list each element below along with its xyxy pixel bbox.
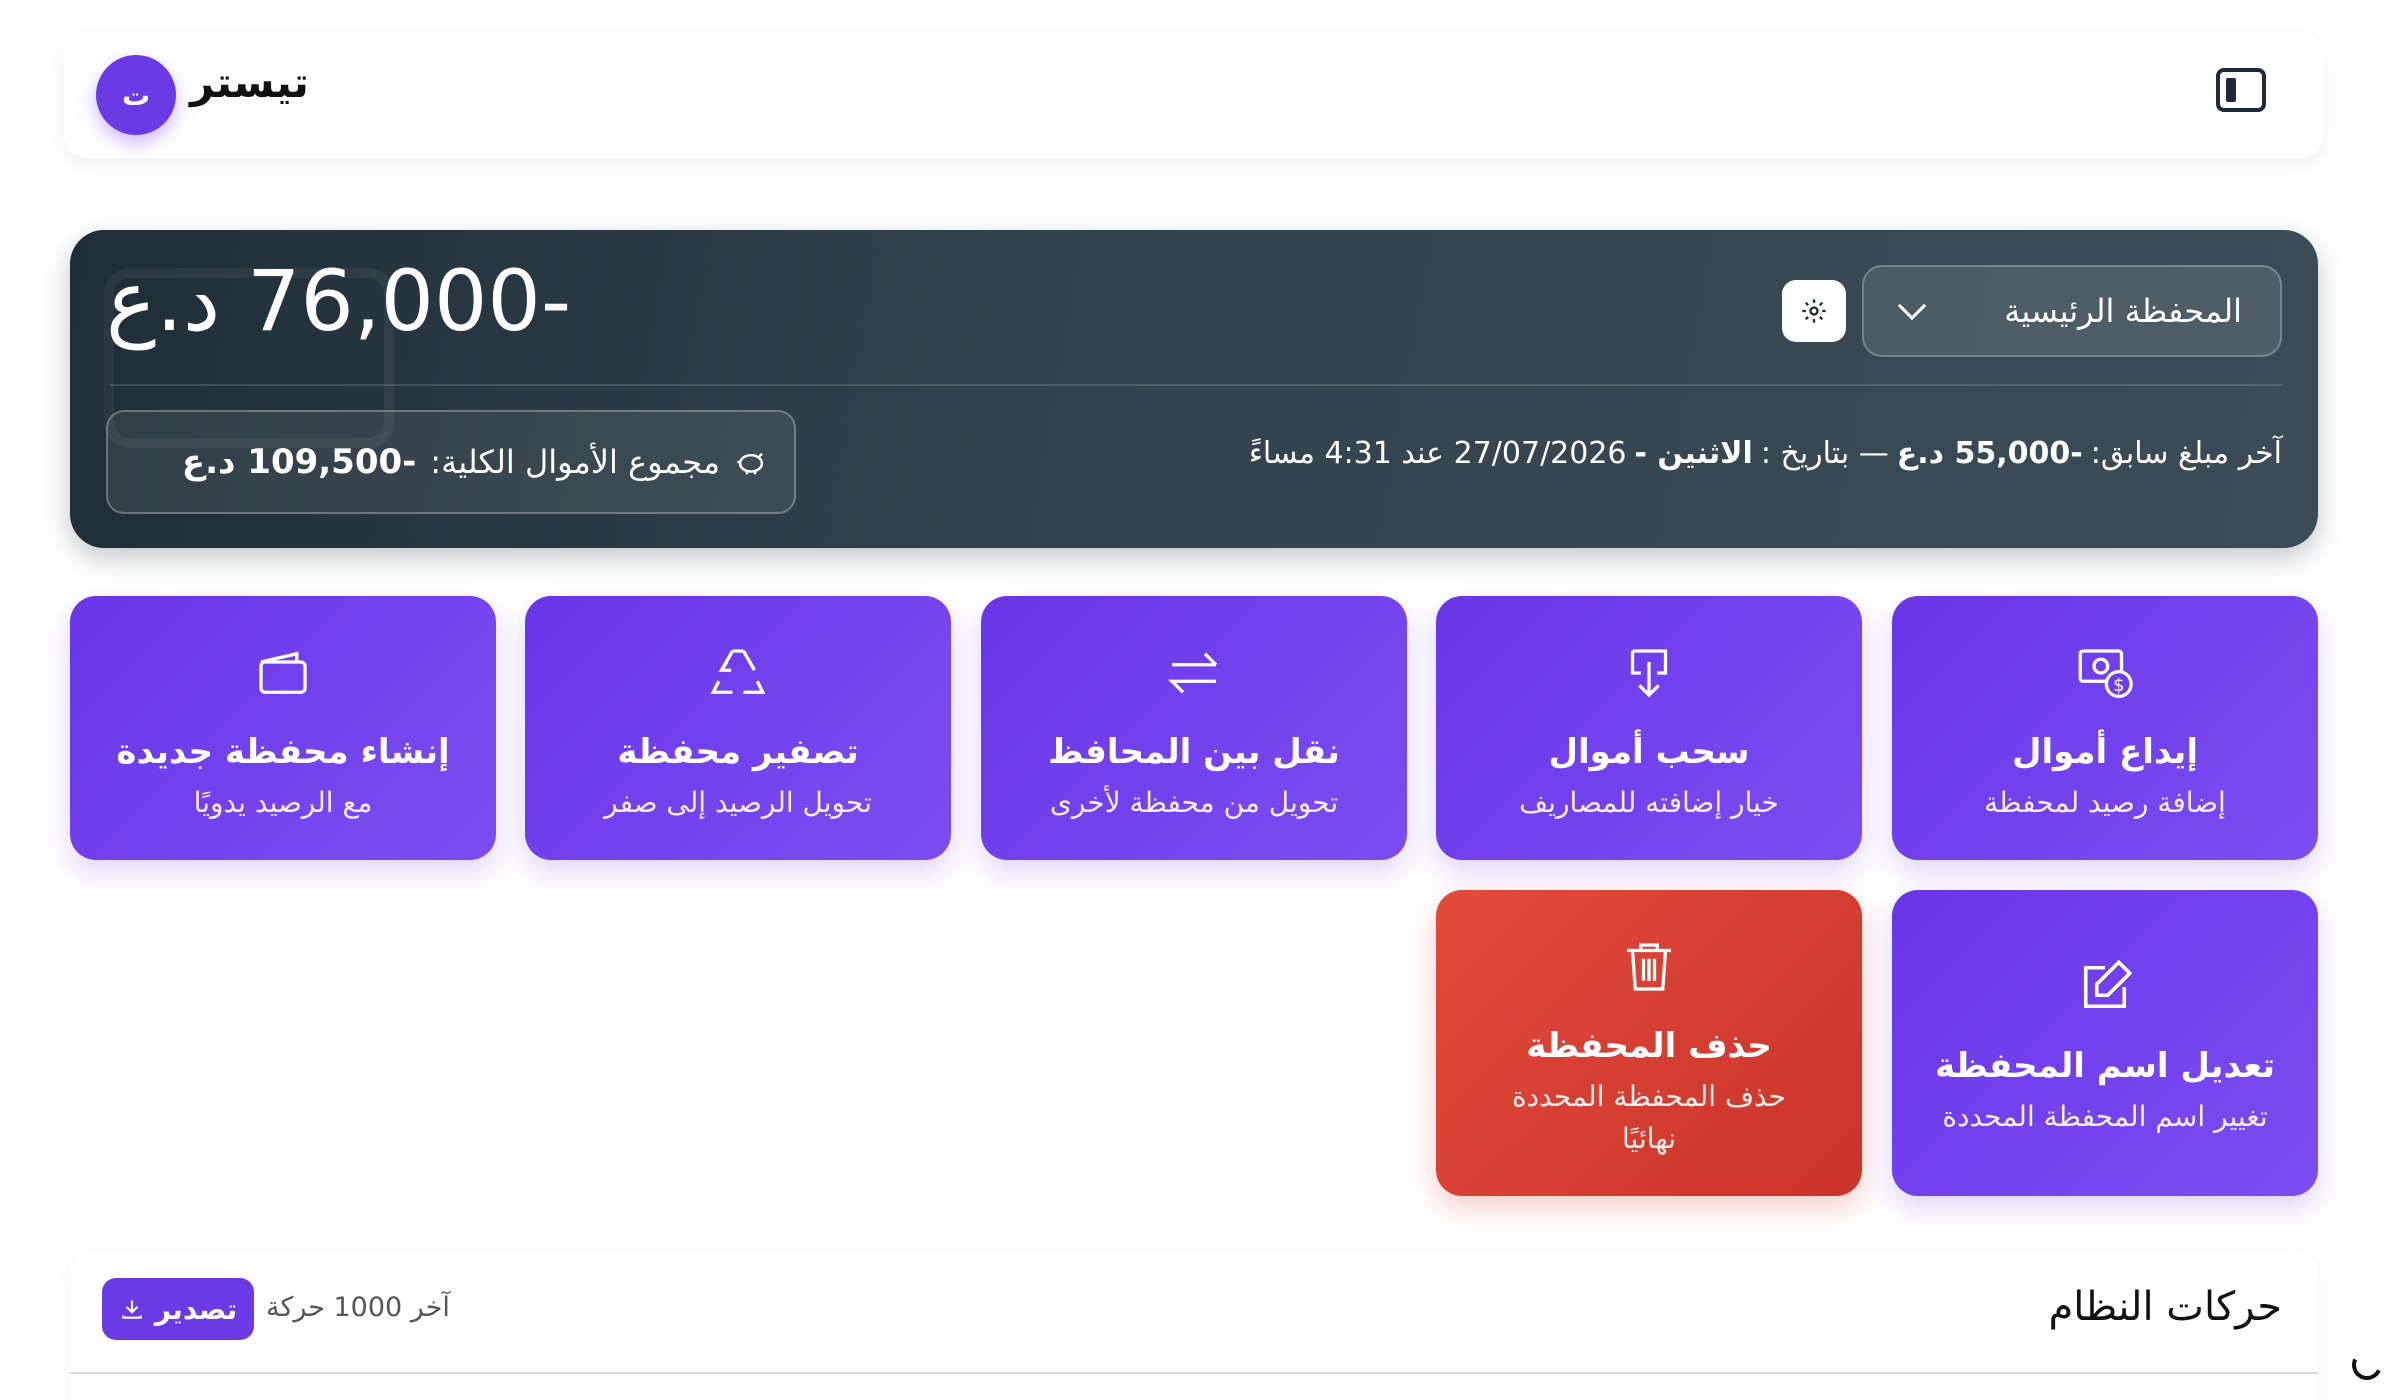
create-wallet-title: إنشاء محفظة جديدة [116, 732, 450, 772]
system-movements-card [70, 1252, 2318, 1400]
transfer-arrows-icon [1168, 652, 1218, 694]
withdraw-button[interactable]: سحب أموال خيار إضافته للمصاريف [1436, 596, 1862, 860]
last-amount-info: آخر مبلغ سابق: -55,000 د.ع — بتاريخ : ال… [1249, 436, 2282, 471]
delete-wallet-button[interactable]: حذف المحفظة حذف المحفظة المحددة نهائيًا [1436, 890, 1862, 1196]
withdraw-title: سحب أموال [1548, 732, 1750, 772]
create-wallet-button[interactable]: إنشاء محفظة جديدة مع الرصيد يدويًا [70, 596, 496, 860]
total-funds-value: -109,500 د.ع [181, 442, 417, 482]
total-funds-pill: مجموع الأموال الكلية: -109,500 د.ع [106, 410, 796, 514]
last-amount-sep: — بتاريخ : [1760, 436, 1889, 471]
movements-divider [70, 1372, 2318, 1374]
rename-wallet-button[interactable]: تعديل اسم المحفظة تغيير اسم المحفظة المح… [1892, 890, 2318, 1196]
user-name: تيستر [190, 58, 309, 107]
system-movements-title: حركات النظام [2048, 1284, 2282, 1330]
reset-wallet-title: تصفير محفظة [617, 732, 859, 772]
wallet-balance: -76,000 د.ع [106, 252, 572, 350]
rename-wallet-title: تعديل اسم المحفظة [1934, 1046, 2276, 1086]
reset-wallet-subtitle: تحويل الرصيد إلى صفر [604, 786, 872, 819]
rename-wallet-subtitle: تغيير اسم المحفظة المحددة [1942, 1100, 2268, 1133]
movements-count: آخر 1000 حركة [266, 1292, 450, 1323]
loading-spinner-icon [2347, 1345, 2387, 1385]
wallet-icon [259, 651, 307, 694]
last-amount-date: 27/07/2026 عند 4:31 مساءً [1248, 436, 1627, 471]
money-deposit-icon: $ [2078, 649, 2133, 699]
recycle-icon [710, 649, 766, 694]
trash-icon [1627, 943, 1671, 991]
wallet-divider [110, 384, 2282, 386]
last-amount-day: الاثنين - [1634, 436, 1753, 471]
last-amount-label: آخر مبلغ سابق: [2090, 436, 2282, 471]
top-header [64, 32, 2324, 158]
wallet-settings-button[interactable] [1782, 280, 1846, 342]
withdraw-subtitle: خيار إضافته للمصاريف [1519, 786, 1779, 819]
sidebar-toggle-icon[interactable] [2216, 68, 2266, 112]
create-wallet-subtitle: مع الرصيد يدويًا [193, 786, 373, 819]
deposit-subtitle: إضافة رصيد لمحفظة [1984, 786, 2226, 819]
avatar[interactable]: ت [96, 55, 176, 135]
chevron-down-icon [1897, 291, 1927, 321]
transfer-subtitle: تحويل من محفظة لأخرى [1049, 786, 1339, 819]
wallet-select[interactable]: المحفظة الرئيسية [1862, 265, 2282, 357]
total-funds-label: مجموع الأموال الكلية: [430, 443, 720, 481]
reset-wallet-button[interactable]: تصفير محفظة تحويل الرصيد إلى صفر [525, 596, 951, 860]
transfer-title: نقل بين المحافظ [1048, 732, 1340, 772]
transfer-button[interactable]: نقل بين المحافظ تحويل من محفظة لأخرى [981, 596, 1407, 860]
last-amount-value: -55,000 د.ع [1896, 436, 2083, 471]
delete-wallet-subtitle: حذف المحفظة المحددة نهائيًا [1512, 1080, 1786, 1155]
download-icon [122, 1300, 142, 1319]
wallet-select-label: المحفظة الرئيسية [2004, 292, 2242, 330]
svg-text:$: $ [2113, 675, 2124, 696]
piggy-bank-icon [737, 452, 764, 475]
export-label: تصدير [154, 1292, 238, 1326]
withdraw-icon [1630, 649, 1668, 698]
delete-wallet-title: حذف المحفظة [1526, 1026, 1772, 1066]
deposit-title: إيداع أموال [2012, 732, 2198, 772]
deposit-button[interactable]: $ إيداع أموال إضافة رصيد لمحفظة [1892, 596, 2318, 860]
edit-icon [2083, 959, 2133, 1009]
export-button[interactable]: تصدير [102, 1278, 254, 1340]
gear-icon [1802, 299, 1826, 323]
